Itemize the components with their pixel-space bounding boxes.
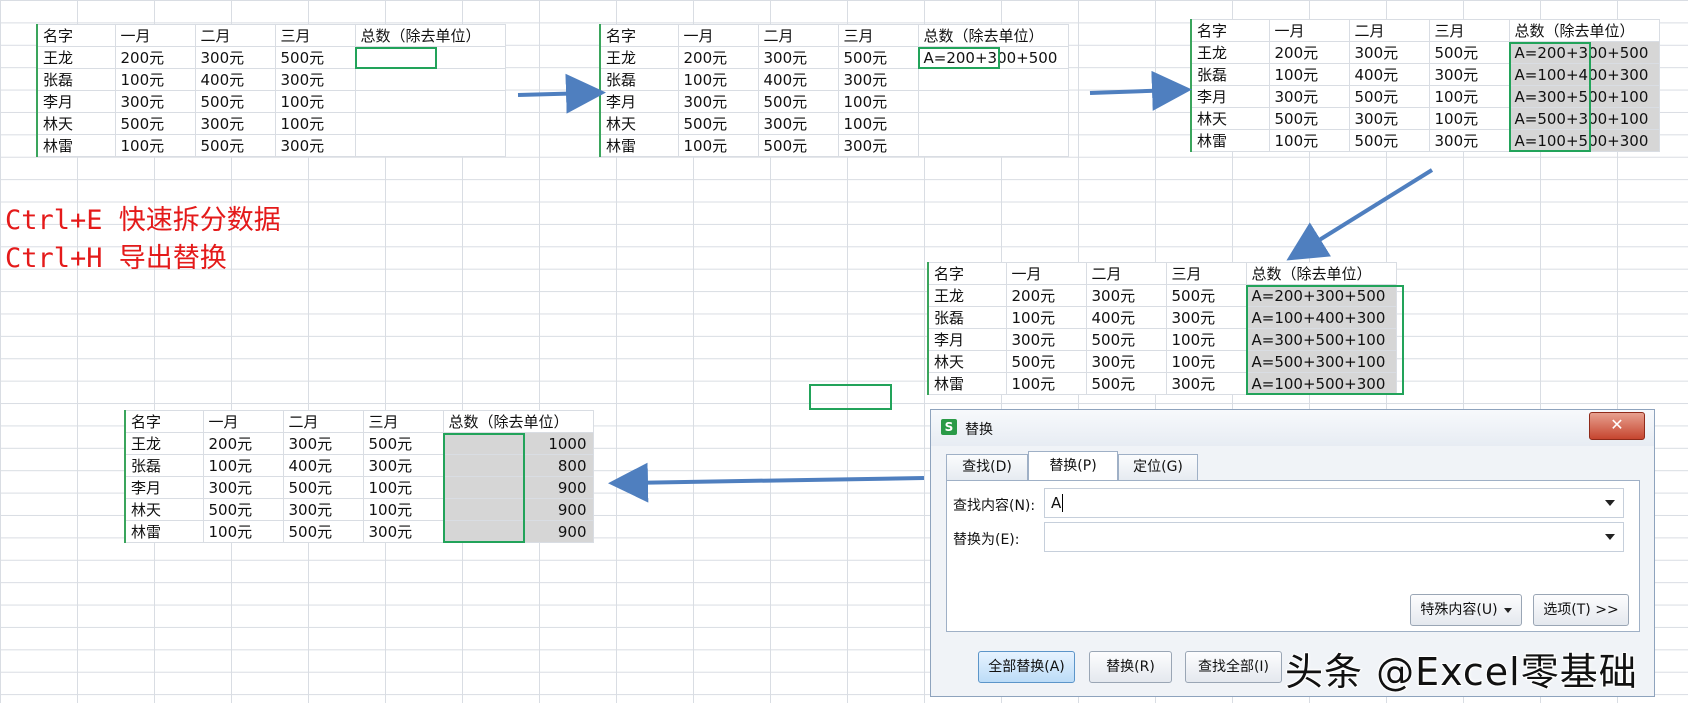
- dialog-titlebar[interactable]: [931, 410, 1654, 446]
- options-button[interactable]: 选项(T) >>: [1533, 594, 1629, 626]
- replace-input[interactable]: [1044, 522, 1624, 552]
- replace-button[interactable]: 替换(R): [1089, 651, 1172, 683]
- arrow-2-to-3: [1089, 70, 1192, 111]
- find-label: 查找内容(N):: [953, 498, 1036, 514]
- special-content-button[interactable]: 特殊内容(U): [1410, 594, 1522, 626]
- replace-all-button[interactable]: 全部替换(A): [978, 651, 1075, 683]
- find-all-button[interactable]: 查找全部(I): [1185, 651, 1282, 683]
- special-content-label: 特殊内容(U): [1420, 602, 1498, 618]
- chevron-down-icon: [1503, 607, 1512, 613]
- tab-replace[interactable]: 替换(P): [1028, 451, 1118, 481]
- find-input[interactable]: A: [1044, 488, 1624, 518]
- tab-find[interactable]: 查找(D): [946, 454, 1028, 480]
- arrow-4-to-5: [608, 462, 925, 503]
- watermark: 头条 @Excel零基础: [1284, 649, 1638, 695]
- arrow-3-to-4: [1286, 168, 1434, 261]
- tab-goto[interactable]: 定位(G): [1118, 454, 1198, 480]
- dialog-title: 替换: [965, 422, 993, 438]
- find-value: A: [1051, 494, 1062, 512]
- close-button[interactable]: ✕: [1589, 412, 1645, 440]
- chevron-down-icon[interactable]: [1605, 534, 1615, 540]
- text-caret: [1062, 494, 1064, 512]
- replace-label: 替换为(E):: [953, 532, 1020, 548]
- arrow-1-to-2: [517, 73, 606, 114]
- wps-logo-icon: S: [941, 419, 957, 435]
- chevron-down-icon[interactable]: [1605, 500, 1615, 506]
